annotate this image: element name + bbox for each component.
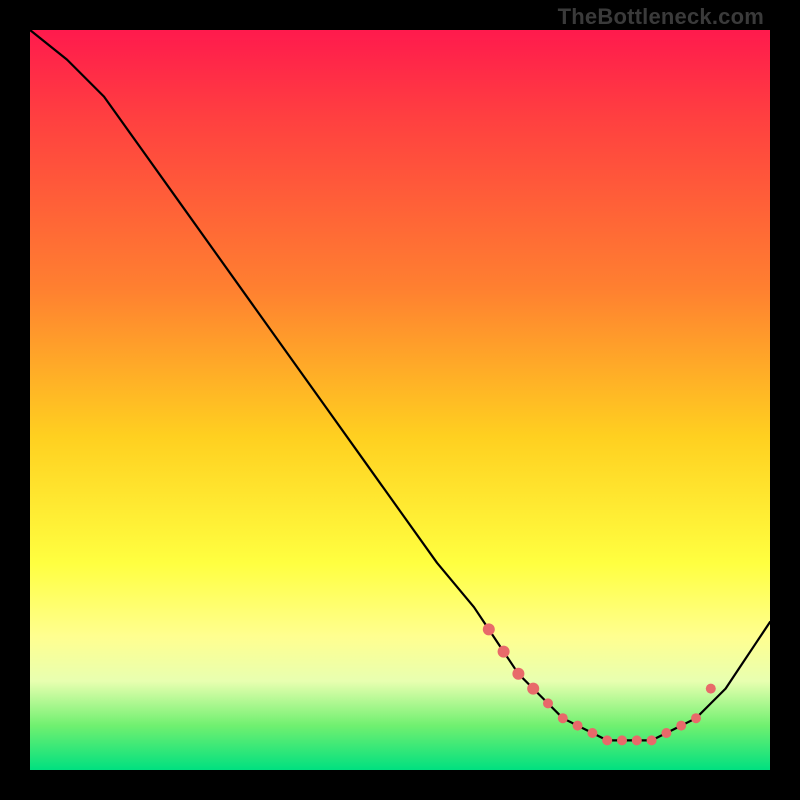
- marker-dot: [483, 623, 495, 635]
- marker-dot: [527, 683, 539, 695]
- marker-dot: [706, 684, 716, 694]
- marker-dot: [617, 735, 627, 745]
- marker-dot: [632, 735, 642, 745]
- chart-frame: TheBottleneck.com: [0, 0, 800, 800]
- marker-dot: [587, 728, 597, 738]
- chart-plot-area: [30, 30, 770, 770]
- marker-dot: [647, 735, 657, 745]
- series-line: [30, 30, 770, 740]
- marker-dot: [543, 698, 553, 708]
- marker-dot: [602, 735, 612, 745]
- marker-group: [483, 623, 716, 745]
- chart-svg: [30, 30, 770, 770]
- marker-dot: [558, 713, 568, 723]
- marker-dot: [498, 646, 510, 658]
- watermark-text: TheBottleneck.com: [558, 4, 764, 30]
- marker-dot: [512, 668, 524, 680]
- marker-dot: [691, 713, 701, 723]
- marker-dot: [676, 721, 686, 731]
- marker-dot: [573, 721, 583, 731]
- marker-dot: [661, 728, 671, 738]
